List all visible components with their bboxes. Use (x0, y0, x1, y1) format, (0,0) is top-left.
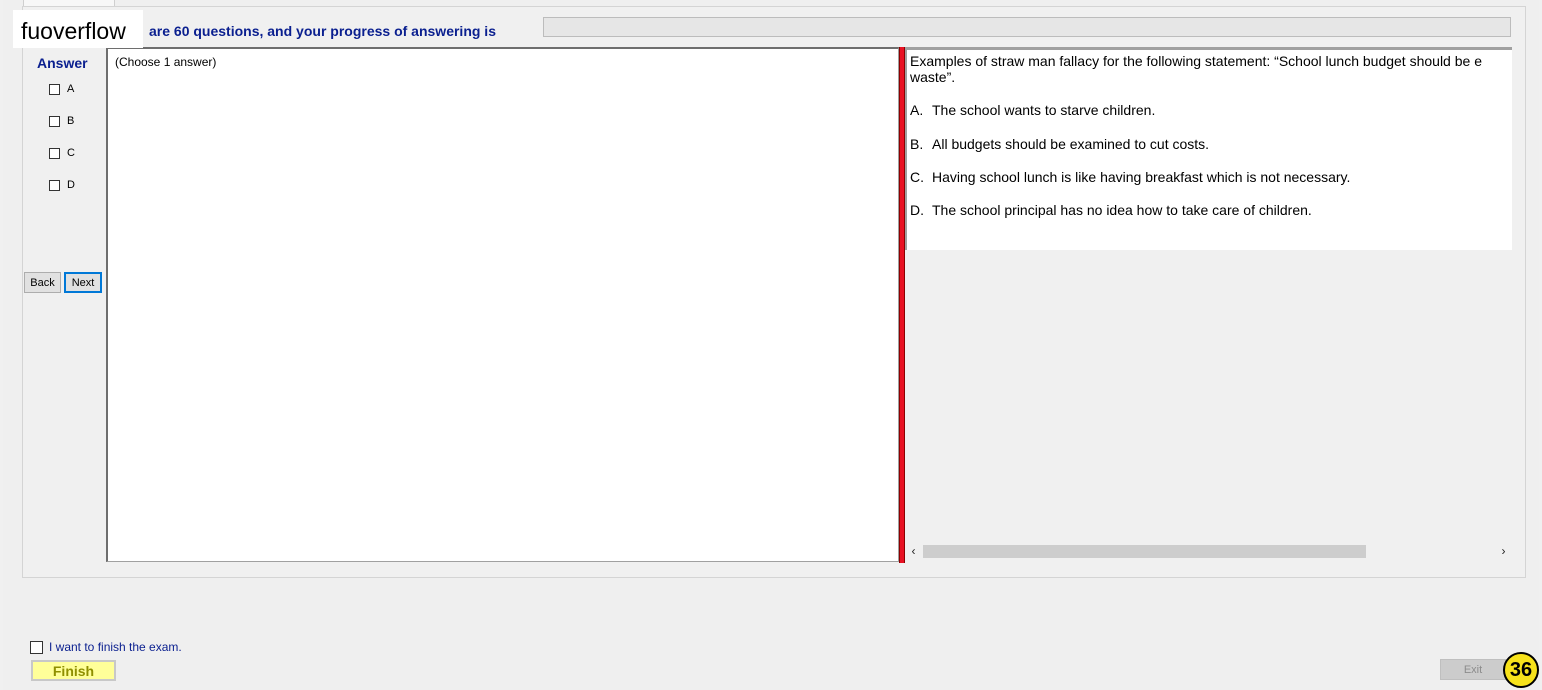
choose-instruction: (Choose 1 answer) (115, 55, 217, 69)
scroll-right-icon[interactable]: › (1495, 543, 1512, 560)
horizontal-scrollbar[interactable]: ‹ › (905, 543, 1512, 560)
question-stem-continued: waste”. (910, 69, 956, 85)
question-choice-b: B. All budgets should be examined to cut … (910, 136, 1209, 152)
scrollbar-thumb[interactable] (923, 545, 1366, 558)
page-number-badge: 36 (1503, 652, 1539, 688)
question-box: Examples of straw man fallacy for the fo… (905, 47, 1512, 250)
finish-confirm[interactable]: I want to finish the exam. (30, 640, 182, 654)
checkbox-c[interactable] (49, 147, 60, 159)
question-pane: Examples of straw man fallacy for the fo… (905, 47, 1512, 563)
choice-letter: C. (910, 169, 924, 185)
answer-option-b[interactable]: B (49, 115, 74, 127)
answer-option-d[interactable]: D (49, 179, 75, 191)
choice-letter: D. (910, 202, 924, 218)
answer-heading: Answer (37, 55, 88, 71)
progress-label: are 60 questions, and your progress of a… (149, 23, 496, 39)
choice-text: All budgets should be examined to cut co… (932, 136, 1210, 152)
back-button[interactable]: Back (24, 272, 61, 293)
checkbox-d[interactable] (49, 179, 60, 191)
choice-text: Having school lunch is like having break… (932, 169, 1351, 185)
watermark: fuoverflow (13, 10, 143, 48)
answer-area[interactable]: (Choose 1 answer) (106, 47, 899, 562)
answer-option-a[interactable]: A (49, 83, 74, 95)
progress-bar (543, 17, 1511, 37)
question-choice-c: C. Having school lunch is like having bre… (910, 169, 1350, 185)
finish-confirm-checkbox[interactable] (30, 640, 43, 654)
answer-option-label: A (67, 83, 75, 95)
finish-confirm-label: I want to finish the exam. (49, 640, 182, 654)
question-choice-a: A. The school wants to starve children. (910, 102, 1155, 118)
answer-option-label: D (67, 179, 75, 191)
question-choice-d: D. The school principal has no idea how t… (910, 202, 1312, 218)
answer-option-label: B (67, 115, 75, 127)
choice-text: The school principal has no idea how to … (932, 202, 1312, 218)
exit-button[interactable]: Exit (1440, 659, 1506, 680)
answer-option-c[interactable]: C (49, 147, 75, 159)
choice-letter: B. (910, 136, 924, 152)
next-button[interactable]: Next (64, 272, 102, 293)
choice-text: The school wants to starve children. (932, 102, 1156, 118)
choice-letter: A. (910, 102, 924, 118)
exam-window: fuoverflow are 60 questions, and your pr… (3, 0, 1539, 690)
answer-option-label: C (67, 147, 75, 159)
scroll-left-icon[interactable]: ‹ (905, 543, 922, 560)
checkbox-a[interactable] (49, 83, 60, 95)
checkbox-b[interactable] (49, 115, 60, 127)
question-stem: Examples of straw man fallacy for the fo… (910, 53, 1482, 69)
finish-button[interactable]: Finish (31, 660, 116, 681)
